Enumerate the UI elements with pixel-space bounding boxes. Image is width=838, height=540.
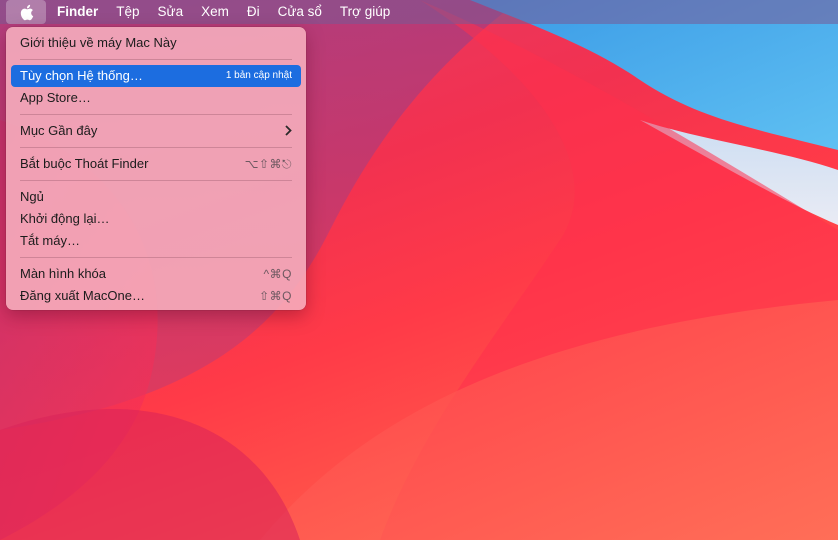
menu-item-restart[interactable]: Khởi động lại… [11, 208, 301, 230]
keyboard-shortcut: ⇧⌘Q [259, 289, 292, 303]
menu-item-force-quit[interactable]: Bắt buộc Thoát Finder ⌥⇧⌘⎋ [11, 153, 301, 175]
menu-finder[interactable]: Finder [46, 0, 107, 24]
menu-separator [20, 257, 292, 258]
menu-item-label: Tùy chọn Hệ thống… [20, 68, 143, 83]
apple-menu-button[interactable] [6, 0, 46, 24]
menu-item-label: Ngủ [20, 189, 44, 204]
menu-item-label: Đăng xuất MacOne… [20, 288, 146, 303]
menu-item-label: Mục Gần đây [20, 123, 98, 138]
menu-item-label: Khởi động lại… [20, 211, 110, 226]
menu-file[interactable]: Tệp [107, 0, 148, 24]
menu-item-about[interactable]: Giới thiệu về máy Mac Này [11, 32, 301, 54]
menu-go[interactable]: Đi [238, 0, 269, 24]
menu-window[interactable]: Cửa sổ [269, 0, 331, 24]
menu-item-recent-items[interactable]: Mục Gần đây [11, 120, 301, 142]
menu-item-shutdown[interactable]: Tắt máy… [11, 230, 301, 252]
apple-logo-icon [20, 4, 33, 20]
menu-bar: Finder Tệp Sửa Xem Đi Cửa sổ Trợ giúp [0, 0, 838, 24]
menu-item-label: App Store… [20, 90, 91, 105]
update-badge: 1 bản cập nhật [225, 70, 292, 81]
menu-separator [20, 180, 292, 181]
menu-item-app-store[interactable]: App Store… [11, 87, 301, 109]
menu-item-label: Giới thiệu về máy Mac Này [20, 35, 177, 50]
menu-item-sleep[interactable]: Ngủ [11, 186, 301, 208]
menu-item-system-preferences[interactable]: Tùy chọn Hệ thống… 1 bản cập nhật [11, 65, 301, 87]
menu-item-label: Bắt buộc Thoát Finder [20, 156, 149, 171]
chevron-right-icon [284, 120, 292, 142]
menu-item-logout[interactable]: Đăng xuất MacOne… ⇧⌘Q [11, 285, 301, 307]
menu-separator [20, 147, 292, 148]
menu-separator [20, 114, 292, 115]
menu-item-label: Tắt máy… [20, 233, 80, 248]
keyboard-shortcut: ⌥⇧⌘⎋ [244, 157, 292, 171]
menu-view[interactable]: Xem [192, 0, 238, 24]
menu-help[interactable]: Trợ giúp [331, 0, 399, 24]
menu-separator [20, 59, 292, 60]
apple-dropdown-menu: Giới thiệu về máy Mac Này Tùy chọn Hệ th… [6, 27, 306, 310]
menu-item-label: Màn hình khóa [20, 266, 107, 281]
menu-edit[interactable]: Sửa [149, 0, 193, 24]
keyboard-shortcut: ^⌘Q [263, 267, 292, 281]
menu-item-lock-screen[interactable]: Màn hình khóa ^⌘Q [11, 263, 301, 285]
